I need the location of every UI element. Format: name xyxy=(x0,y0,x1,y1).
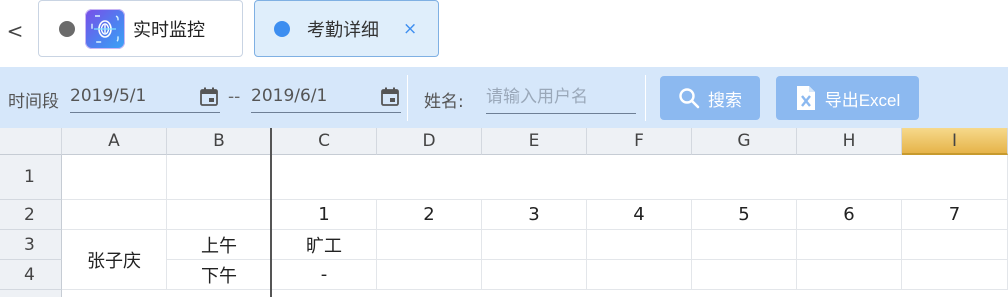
cell-c2[interactable]: 1 xyxy=(272,200,377,230)
fingerprint-app-icon xyxy=(85,8,125,49)
cell-f4[interactable] xyxy=(587,260,692,290)
cell-h4[interactable] xyxy=(797,260,902,290)
cell-g3[interactable] xyxy=(692,230,797,260)
cell-b4-afternoon[interactable]: 下午 xyxy=(167,260,272,290)
date-range-separator: -- xyxy=(228,87,241,107)
tab-label: 实时监控 xyxy=(133,19,205,41)
cell-g2[interactable]: 5 xyxy=(692,200,797,230)
tab-realtime-monitor[interactable]: 实时监控 xyxy=(38,0,243,57)
column-header-f[interactable]: F xyxy=(587,128,692,155)
cell-f2[interactable]: 4 xyxy=(587,200,692,230)
spreadsheet: A B C D E F G H I 1 2 3 4 1 2 3 4 5 6 7 … xyxy=(0,128,1008,297)
cell-a3-employee-name[interactable]: 张子庆 xyxy=(62,230,167,290)
cell-a1[interactable] xyxy=(62,155,167,200)
search-button[interactable]: 搜索 xyxy=(660,76,760,120)
row-header-4[interactable]: 4 xyxy=(0,260,62,290)
row-header-2[interactable]: 2 xyxy=(0,200,62,230)
cell-e4[interactable] xyxy=(482,260,587,290)
excel-file-icon xyxy=(796,86,815,110)
column-header-b[interactable]: B xyxy=(167,128,272,155)
back-chevron-icon[interactable]: < xyxy=(4,16,26,46)
column-header-g[interactable]: G xyxy=(692,128,797,155)
search-icon xyxy=(679,88,700,109)
column-header-c[interactable]: C xyxy=(272,128,377,155)
cell-d4[interactable] xyxy=(377,260,482,290)
tab-bar: < 实时监控 考勤详细 × xyxy=(0,0,1008,66)
filter-bar: 时间段 2019/5/1 -- 2019/6/1 姓名: 搜索 xyxy=(0,67,1008,128)
cell-d2[interactable]: 2 xyxy=(377,200,482,230)
column-header-h[interactable]: H xyxy=(797,128,902,155)
calendar-icon[interactable] xyxy=(200,87,218,106)
row-header-5[interactable] xyxy=(0,290,62,297)
row-header-1[interactable]: 1 xyxy=(0,155,62,200)
period-label: 时间段 xyxy=(8,92,59,112)
sheet-corner[interactable] xyxy=(0,128,62,155)
export-button-label: 导出Excel xyxy=(824,90,901,110)
end-date-value: 2019/6/1 xyxy=(251,86,328,106)
cell-g4[interactable] xyxy=(692,260,797,290)
cell-c1-merged[interactable] xyxy=(272,155,1008,200)
divider xyxy=(407,75,408,121)
cell-e2[interactable]: 3 xyxy=(482,200,587,230)
column-header-d[interactable]: D xyxy=(377,128,482,155)
cell-i4[interactable] xyxy=(902,260,1008,290)
end-date-field[interactable]: 2019/6/1 xyxy=(251,81,401,113)
cell-e3[interactable] xyxy=(482,230,587,260)
frozen-pane-divider xyxy=(270,128,272,297)
search-button-label: 搜索 xyxy=(708,90,742,110)
cell-a2[interactable] xyxy=(62,200,167,230)
tab-status-dot xyxy=(59,20,75,37)
cell-b1[interactable] xyxy=(167,155,272,200)
divider xyxy=(645,75,646,121)
export-excel-button[interactable]: 导出Excel xyxy=(776,76,919,120)
start-date-field[interactable]: 2019/5/1 xyxy=(70,81,220,113)
tab-label: 考勤详细 xyxy=(307,19,379,41)
cell-h2[interactable]: 6 xyxy=(797,200,902,230)
cell-c4[interactable]: - xyxy=(272,260,377,290)
cell-f3[interactable] xyxy=(587,230,692,260)
start-date-value: 2019/5/1 xyxy=(70,86,147,106)
cell-d3[interactable] xyxy=(377,230,482,260)
cell-c3[interactable]: 旷工 xyxy=(272,230,377,260)
calendar-icon[interactable] xyxy=(381,87,399,106)
column-header-a[interactable]: A xyxy=(62,128,167,155)
username-input[interactable] xyxy=(486,81,636,114)
column-header-e[interactable]: E xyxy=(482,128,587,155)
tab-status-dot xyxy=(274,20,290,37)
name-label: 姓名: xyxy=(424,92,464,112)
close-icon[interactable]: × xyxy=(403,19,417,39)
row-header-3[interactable]: 3 xyxy=(0,230,62,260)
cell-h3[interactable] xyxy=(797,230,902,260)
cell-b3-morning[interactable]: 上午 xyxy=(167,230,272,260)
cell-b2[interactable] xyxy=(167,200,272,230)
cell-i3[interactable] xyxy=(902,230,1008,260)
column-header-i-selected[interactable]: I xyxy=(902,128,1008,155)
cell-i2[interactable]: 7 xyxy=(902,200,1008,230)
tab-attendance-detail[interactable]: 考勤详细 × xyxy=(254,0,439,57)
